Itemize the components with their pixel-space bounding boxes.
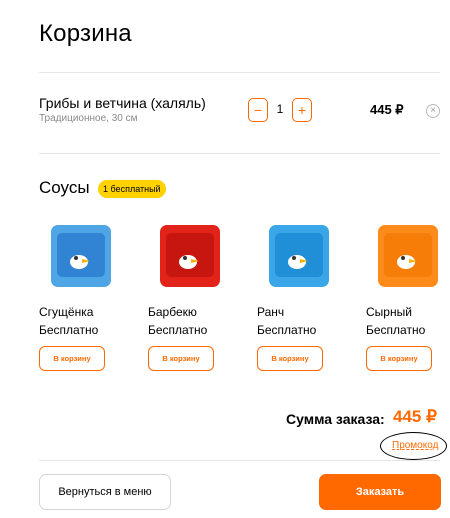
promo-highlight: Промокод: [380, 432, 447, 460]
sauce-price: Бесплатно: [39, 323, 99, 337]
sauce-image: [269, 225, 329, 287]
sauce-name: Барбекю: [148, 305, 197, 319]
sauce-name: Сырный: [366, 305, 412, 319]
sauce-card: Ранч Бесплатно В корзину: [257, 225, 351, 375]
free-sauce-badge: 1 бесплатный: [98, 180, 166, 198]
divider-bottom: [39, 460, 440, 461]
order-total-value: 445 ₽: [393, 407, 437, 426]
sauce-price: Бесплатно: [366, 323, 426, 337]
add-sauce-button[interactable]: В корзину: [39, 346, 105, 371]
sauce-card: Сырный Бесплатно В корзину: [366, 225, 450, 375]
sauce-card: Сгущёнка Бесплатно В корзину: [39, 225, 133, 375]
cart-item-details: Традиционное, 30 см: [39, 113, 138, 124]
sauce-image: [160, 225, 220, 287]
sauces-title: Соусы: [39, 178, 90, 197]
cart-item-name: Грибы и ветчина (халяль): [39, 95, 206, 111]
place-order-button[interactable]: Заказать: [319, 474, 441, 510]
sauce-price: Бесплатно: [257, 323, 317, 337]
page-title: Корзина: [39, 20, 132, 47]
decrease-quantity-button[interactable]: −: [248, 98, 268, 122]
add-sauce-button[interactable]: В корзину: [366, 346, 432, 371]
order-total-label: Сумма заказа:: [286, 411, 385, 427]
sauce-image: [51, 225, 111, 287]
remove-item-icon[interactable]: ×: [426, 104, 440, 118]
add-sauce-button[interactable]: В корзину: [257, 346, 323, 371]
promo-code-link[interactable]: Промокод: [392, 440, 438, 451]
sauce-image: [378, 225, 438, 287]
increase-quantity-button[interactable]: +: [292, 98, 312, 122]
add-sauce-button[interactable]: В корзину: [148, 346, 214, 371]
back-to-menu-button[interactable]: Вернуться в меню: [39, 474, 171, 510]
divider-top: [39, 72, 440, 73]
divider-middle: [39, 153, 440, 154]
sauce-card: Барбекю Бесплатно В корзину: [148, 225, 242, 375]
sauce-price: Бесплатно: [148, 323, 208, 337]
sauce-name: Ранч: [257, 305, 285, 319]
cart-item-price: 445 ₽: [370, 102, 404, 117]
sauce-name: Сгущёнка: [39, 305, 94, 319]
quantity-value: 1: [276, 102, 284, 116]
